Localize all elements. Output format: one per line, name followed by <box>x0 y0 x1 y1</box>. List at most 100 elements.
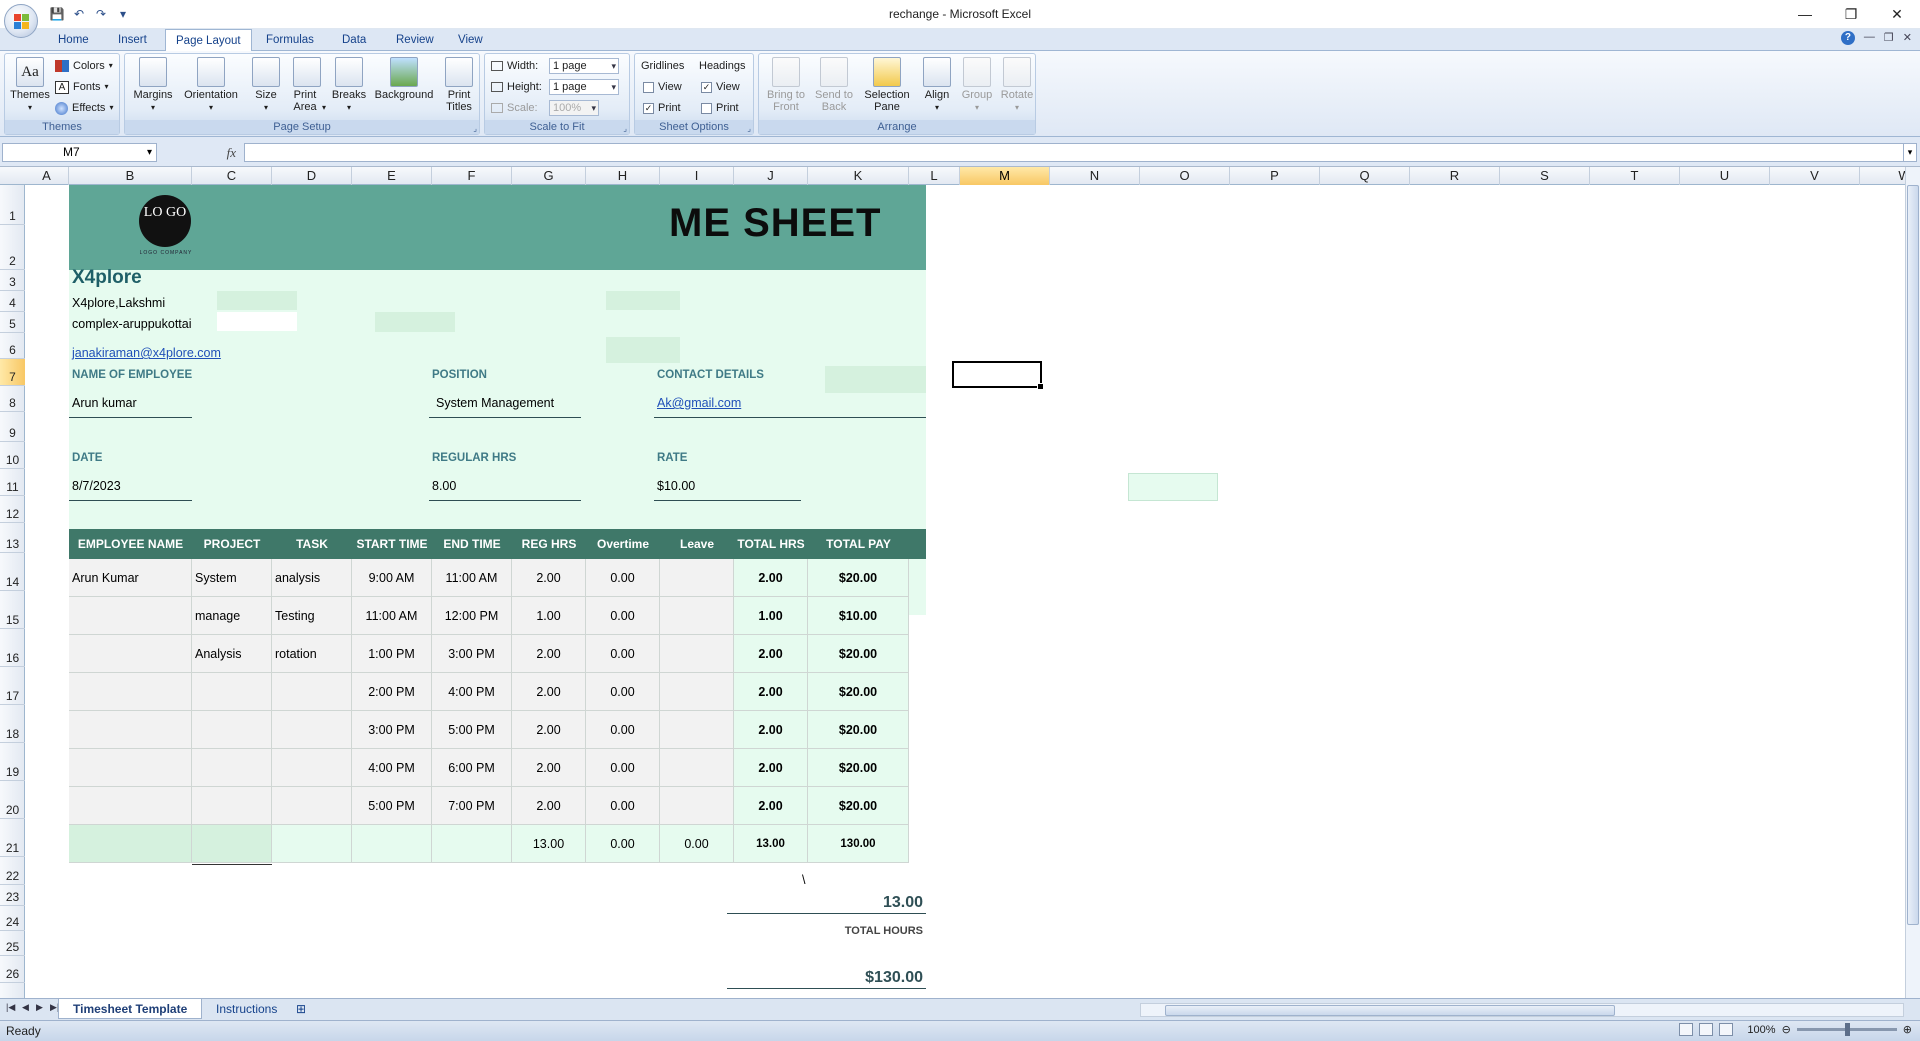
cell-total-pay[interactable]: $20.00 <box>808 635 909 673</box>
cell-overtime[interactable]: 0.00 <box>586 711 660 749</box>
row-header-8[interactable]: 8 <box>0 386 25 412</box>
selection-pane-button[interactable]: Selection Pane <box>859 57 915 113</box>
doc-restore-button[interactable]: ❐ <box>1884 31 1894 45</box>
headings-print-checkbox[interactable]: Print <box>701 100 739 116</box>
row-header-19[interactable]: 19 <box>0 743 25 781</box>
office-button[interactable] <box>4 4 38 38</box>
cell-task[interactable] <box>272 787 352 825</box>
column-header-q[interactable]: Q <box>1320 167 1410 185</box>
cell-task[interactable]: rotation <box>272 635 352 673</box>
cell-employee-name[interactable] <box>69 673 192 711</box>
page-break-view-icon[interactable] <box>1719 1023 1734 1036</box>
cell-start-time[interactable] <box>352 825 432 863</box>
column-header-m[interactable]: M <box>960 167 1050 185</box>
cell-reg-hrs[interactable]: 2.00 <box>512 673 586 711</box>
cell-reg-hrs[interactable]: 2.00 <box>512 635 586 673</box>
row-header-21[interactable]: 21 <box>0 819 25 857</box>
doc-close-button[interactable]: ✕ <box>1903 31 1912 45</box>
table-header-leave[interactable]: Leave <box>660 529 734 559</box>
cell-leave[interactable] <box>660 711 734 749</box>
first-sheet-icon[interactable]: |◀ <box>6 1002 15 1013</box>
cell-task[interactable] <box>272 749 352 787</box>
selected-cell-m7[interactable] <box>952 361 1044 390</box>
minimize-button[interactable]: — <box>1782 0 1828 28</box>
tab-page-layout[interactable]: Page Layout <box>165 29 252 52</box>
cell-task[interactable] <box>272 711 352 749</box>
cell-end-time[interactable]: 5:00 PM <box>432 711 512 749</box>
cell-total-pay[interactable]: $20.00 <box>808 749 909 787</box>
zoom-in-icon[interactable]: ⊕ <box>1903 1023 1912 1036</box>
bring-to-front-button[interactable]: Bring to Front <box>763 57 809 113</box>
row-header-1[interactable]: 1 <box>0 185 25 225</box>
row-header-20[interactable]: 20 <box>0 781 25 819</box>
column-header-h[interactable]: H <box>586 167 660 185</box>
zoom-out-icon[interactable]: ⊖ <box>1782 1023 1791 1036</box>
regular-hrs-value[interactable]: 8.00 <box>432 478 456 494</box>
cell-overtime[interactable]: 0.00 <box>586 673 660 711</box>
width-select[interactable]: 1 page <box>549 58 619 74</box>
row-header-15[interactable]: 15 <box>0 591 25 629</box>
row-header-22[interactable]: 22 <box>0 857 25 885</box>
cell-end-time[interactable]: 3:00 PM <box>432 635 512 673</box>
tab-data[interactable]: Data <box>332 29 376 51</box>
cell-total-hrs[interactable]: 2.00 <box>734 711 808 749</box>
cell-task[interactable]: Testing <box>272 597 352 635</box>
row-header-6[interactable]: 6 <box>0 333 25 359</box>
cell-employee-name[interactable] <box>69 597 192 635</box>
cell-total-pay[interactable]: $20.00 <box>808 559 909 597</box>
cell-start-time[interactable]: 4:00 PM <box>352 749 432 787</box>
cell-total-pay[interactable]: $20.00 <box>808 711 909 749</box>
cell-employee-name[interactable] <box>69 635 192 673</box>
cell-reg-hrs[interactable]: 13.00 <box>512 825 586 863</box>
cell-start-time[interactable]: 2:00 PM <box>352 673 432 711</box>
column-header-l[interactable]: L <box>909 167 960 185</box>
close-button[interactable]: ✕ <box>1874 0 1920 28</box>
sheet-options-launcher-icon[interactable]: ⌟ <box>747 124 751 133</box>
fonts-button[interactable]: A Fonts ▾ <box>55 79 109 95</box>
row-header-3[interactable]: 3 <box>0 270 25 291</box>
column-header-s[interactable]: S <box>1500 167 1590 185</box>
cell-leave[interactable] <box>660 635 734 673</box>
column-header-v[interactable]: V <box>1770 167 1860 185</box>
cell-reg-hrs[interactable]: 2.00 <box>512 787 586 825</box>
rotate-button[interactable]: Rotate ▾ <box>997 57 1037 114</box>
page-layout-view-icon[interactable] <box>1699 1023 1714 1036</box>
gridlines-view-checkbox[interactable]: View <box>643 79 682 95</box>
column-header-p[interactable]: P <box>1230 167 1320 185</box>
cell-total-hrs[interactable]: 2.00 <box>734 559 808 597</box>
row-header-24[interactable]: 24 <box>0 906 25 931</box>
cell-task[interactable] <box>272 825 352 863</box>
column-header-f[interactable]: F <box>432 167 512 185</box>
cell-total-pay[interactable]: $10.00 <box>808 597 909 635</box>
column-header-r[interactable]: R <box>1410 167 1500 185</box>
cell-reg-hrs[interactable]: 2.00 <box>512 559 586 597</box>
horizontal-scroll-thumb[interactable] <box>1165 1005 1615 1016</box>
cell-end-time[interactable] <box>432 825 512 863</box>
sheet-tab-instructions[interactable]: Instructions <box>202 999 291 1019</box>
table-header-end-time[interactable]: END TIME <box>432 529 512 559</box>
row-header-7[interactable]: 7 <box>0 359 25 386</box>
row-header-9[interactable]: 9 <box>0 412 25 442</box>
zoom-level[interactable]: 100% <box>1747 1024 1775 1036</box>
table-header-employee-name[interactable]: EMPLOYEE NAME <box>69 529 192 559</box>
row-header-23[interactable]: 23 <box>0 885 25 906</box>
gridlines-print-checkbox[interactable]: ✓ Print <box>643 100 681 116</box>
normal-view-icon[interactable] <box>1679 1023 1694 1036</box>
formula-input[interactable] <box>244 143 1904 162</box>
margins-button[interactable]: Margins ▾ <box>131 57 175 114</box>
column-header-d[interactable]: D <box>272 167 352 185</box>
cell-leave[interactable] <box>660 787 734 825</box>
tab-formulas[interactable]: Formulas <box>256 29 324 51</box>
company-email-link[interactable]: janakiraman@x4plore.com <box>72 345 221 361</box>
cell-employee-name[interactable] <box>69 711 192 749</box>
size-button[interactable]: Size ▾ <box>249 57 283 114</box>
cell-project[interactable]: manage <box>192 597 272 635</box>
cell-end-time[interactable]: 6:00 PM <box>432 749 512 787</box>
cell-reg-hrs[interactable]: 2.00 <box>512 749 586 787</box>
tab-view[interactable]: View <box>448 29 493 51</box>
vertical-scrollbar[interactable] <box>1905 167 1920 998</box>
row-header-18[interactable]: 18 <box>0 705 25 743</box>
cell-employee-name[interactable] <box>69 787 192 825</box>
column-header-a[interactable]: A <box>25 167 69 185</box>
backslash-text[interactable]: \ <box>802 872 805 888</box>
